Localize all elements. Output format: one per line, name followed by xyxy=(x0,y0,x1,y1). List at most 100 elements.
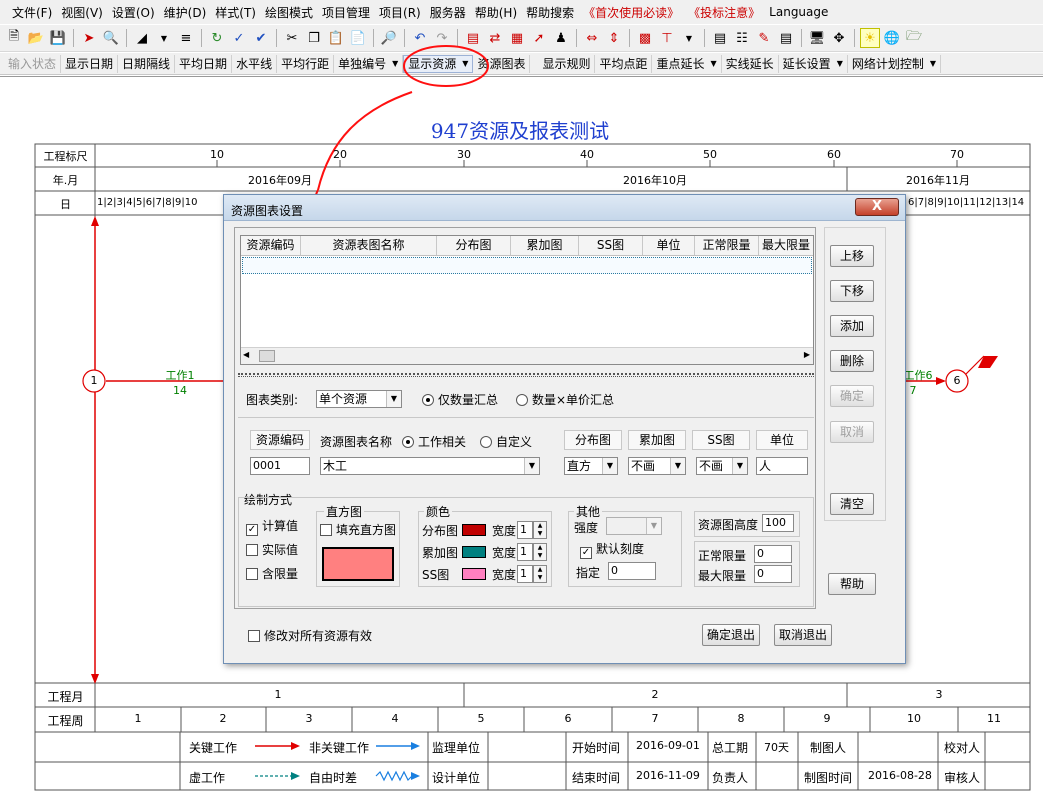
strength-select[interactable]: ▼ xyxy=(606,517,662,535)
proj-week: 10 xyxy=(907,712,921,725)
radio-price-summary[interactable]: 数量×单价汇总 xyxy=(516,391,614,408)
close-button[interactable]: X xyxy=(855,198,899,216)
confirm-button[interactable]: 确定 xyxy=(830,385,874,407)
histogram-color-swatch[interactable] xyxy=(322,547,394,581)
dialog-titlebar[interactable]: 资源图表设置 X xyxy=(224,195,905,221)
scroll-right-icon[interactable]: ▶ xyxy=(804,350,810,359)
scroll-left-icon[interactable]: ◀ xyxy=(243,350,249,359)
cancel-button[interactable]: 取消 xyxy=(830,421,874,443)
radio-qty-summary[interactable]: 仅数量汇总 xyxy=(422,391,498,408)
radio-custom[interactable]: 自定义 xyxy=(480,433,532,450)
cum-width-field[interactable]: 1 xyxy=(517,543,533,561)
checked-icon: ✓ xyxy=(246,524,258,536)
move-up-button[interactable]: 上移 xyxy=(830,245,874,267)
chk-calc[interactable]: ✓ 计算值 xyxy=(246,517,298,536)
splitter[interactable] xyxy=(238,373,814,377)
ss-color-swatch[interactable] xyxy=(462,568,486,580)
ruler-tick: 70 xyxy=(950,148,964,161)
chevron-down-icon: ▼ xyxy=(732,458,747,474)
spinner-icon[interactable]: ▲ ▼ xyxy=(533,521,547,539)
ok-exit-button[interactable]: 确定退出 xyxy=(702,624,760,646)
task6-name[interactable]: 工作6 xyxy=(903,367,933,383)
task6-duration: 7 xyxy=(909,384,917,397)
node-start[interactable]: 1 xyxy=(84,374,104,387)
dist-select[interactable]: 直方 ▼ xyxy=(564,457,618,475)
chk-limit[interactable]: 含限量 xyxy=(246,565,298,582)
height-field[interactable]: 100 xyxy=(762,514,794,532)
legend-owner-label: 负责人 xyxy=(712,771,749,785)
chevron-down-icon: ▼ xyxy=(602,458,617,474)
code-field[interactable]: 0001 xyxy=(250,457,310,475)
delete-button[interactable]: 删除 xyxy=(830,350,874,372)
checkbox-icon xyxy=(246,544,258,556)
chk-default-scale[interactable]: ✓ 默认刻度 xyxy=(580,540,644,559)
chk-fill-histogram[interactable]: 填充直方图 xyxy=(320,521,396,538)
resource-table[interactable]: 资源编码 资源表图名称 分布图 累加图 SS图 单位 正常限量 最大限量 ◀ ▶ xyxy=(240,235,814,365)
cum-value: 不画 xyxy=(631,459,656,473)
node-end[interactable]: 6 xyxy=(947,374,967,387)
cum-select[interactable]: 不画 ▼ xyxy=(628,457,686,475)
legend-start-value: 2016-09-01 xyxy=(636,739,700,752)
scrollbar-thumb[interactable] xyxy=(259,350,275,362)
specify-field[interactable]: 0 xyxy=(608,562,656,580)
proj-month: 3 xyxy=(935,688,943,701)
horizontal-scrollbar[interactable]: ◀ ▶ xyxy=(241,347,813,364)
radio-work-label: 工作相关 xyxy=(418,435,467,449)
task1-name[interactable]: 工作1 xyxy=(160,367,200,383)
dist-width-field[interactable]: 1 xyxy=(517,521,533,539)
dist-header: 分布图 xyxy=(564,430,622,450)
legend-supervisor: 监理单位 xyxy=(432,741,481,755)
col-header[interactable]: 正常限量 xyxy=(695,236,759,255)
resource-name-select[interactable]: 木工 ▼ xyxy=(320,457,540,475)
height-label: 资源图高度 xyxy=(698,518,759,532)
chk-limit-label: 含限量 xyxy=(262,567,299,581)
col-header[interactable]: 最大限量 xyxy=(759,236,813,255)
width-label: 宽度 xyxy=(492,568,517,582)
legend-drawtime-label: 制图时间 xyxy=(804,771,853,785)
help-button[interactable]: 帮助 xyxy=(828,573,876,595)
dist-value: 直方 xyxy=(567,459,592,473)
col-header[interactable]: 单位 xyxy=(643,236,695,255)
col-header[interactable]: 资源表图名称 xyxy=(301,236,437,255)
radio-work-related[interactable]: 工作相关 xyxy=(402,433,466,450)
chk-actual-label: 实际值 xyxy=(262,543,299,557)
add-button[interactable]: 添加 xyxy=(830,315,874,337)
chk-actual[interactable]: 实际值 xyxy=(246,541,298,558)
spinner-icon[interactable]: ▲ ▼ xyxy=(533,565,547,583)
spinner-icon[interactable]: ▲ ▼ xyxy=(533,543,547,561)
chevron-down-icon: ▼ xyxy=(386,391,401,407)
checked-icon: ✓ xyxy=(580,547,592,559)
radio-icon xyxy=(402,436,414,448)
max-limit-field[interactable]: 0 xyxy=(754,565,792,583)
unit-field[interactable]: 人 xyxy=(756,457,808,475)
chk-apply-all[interactable]: 修改对所有资源有效 xyxy=(248,627,372,644)
cum-color-swatch[interactable] xyxy=(462,546,486,558)
width-label: 宽度 xyxy=(492,524,517,538)
color-cum-label: 累加图 xyxy=(422,546,459,560)
ss-select[interactable]: 不画 ▼ xyxy=(696,457,748,475)
checkbox-icon xyxy=(320,524,332,536)
legend-total-label: 总工期 xyxy=(712,741,749,755)
legend-end-value: 2016-11-09 xyxy=(636,769,700,782)
color-dist-label: 分布图 xyxy=(422,524,459,538)
ss-width-field[interactable]: 1 xyxy=(517,565,533,583)
radio-price-label: 数量×单价汇总 xyxy=(532,393,615,407)
histogram-group-label: 直方图 xyxy=(324,503,365,520)
ruler-label: 工程标尺 xyxy=(43,150,88,163)
col-header[interactable]: 累加图 xyxy=(511,236,579,255)
dist-color-swatch[interactable] xyxy=(462,524,486,536)
normal-limit-field[interactable]: 0 xyxy=(754,545,792,563)
proj-week: 1 xyxy=(134,712,142,725)
table-row[interactable] xyxy=(242,257,812,274)
chart-type-select[interactable]: 单个资源 ▼ xyxy=(316,390,402,408)
col-header[interactable]: 资源编码 xyxy=(241,236,301,255)
month-label: 2016年09月 xyxy=(248,174,312,187)
col-header[interactable]: SS图 xyxy=(579,236,643,255)
col-header[interactable]: 分布图 xyxy=(437,236,511,255)
proj-week: 4 xyxy=(391,712,399,725)
clear-button[interactable]: 清空 xyxy=(830,493,874,515)
cancel-exit-button[interactable]: 取消退出 xyxy=(774,624,832,646)
legend-drawer-label: 制图人 xyxy=(810,741,847,755)
chevron-down-icon: ▼ xyxy=(670,458,685,474)
move-down-button[interactable]: 下移 xyxy=(830,280,874,302)
